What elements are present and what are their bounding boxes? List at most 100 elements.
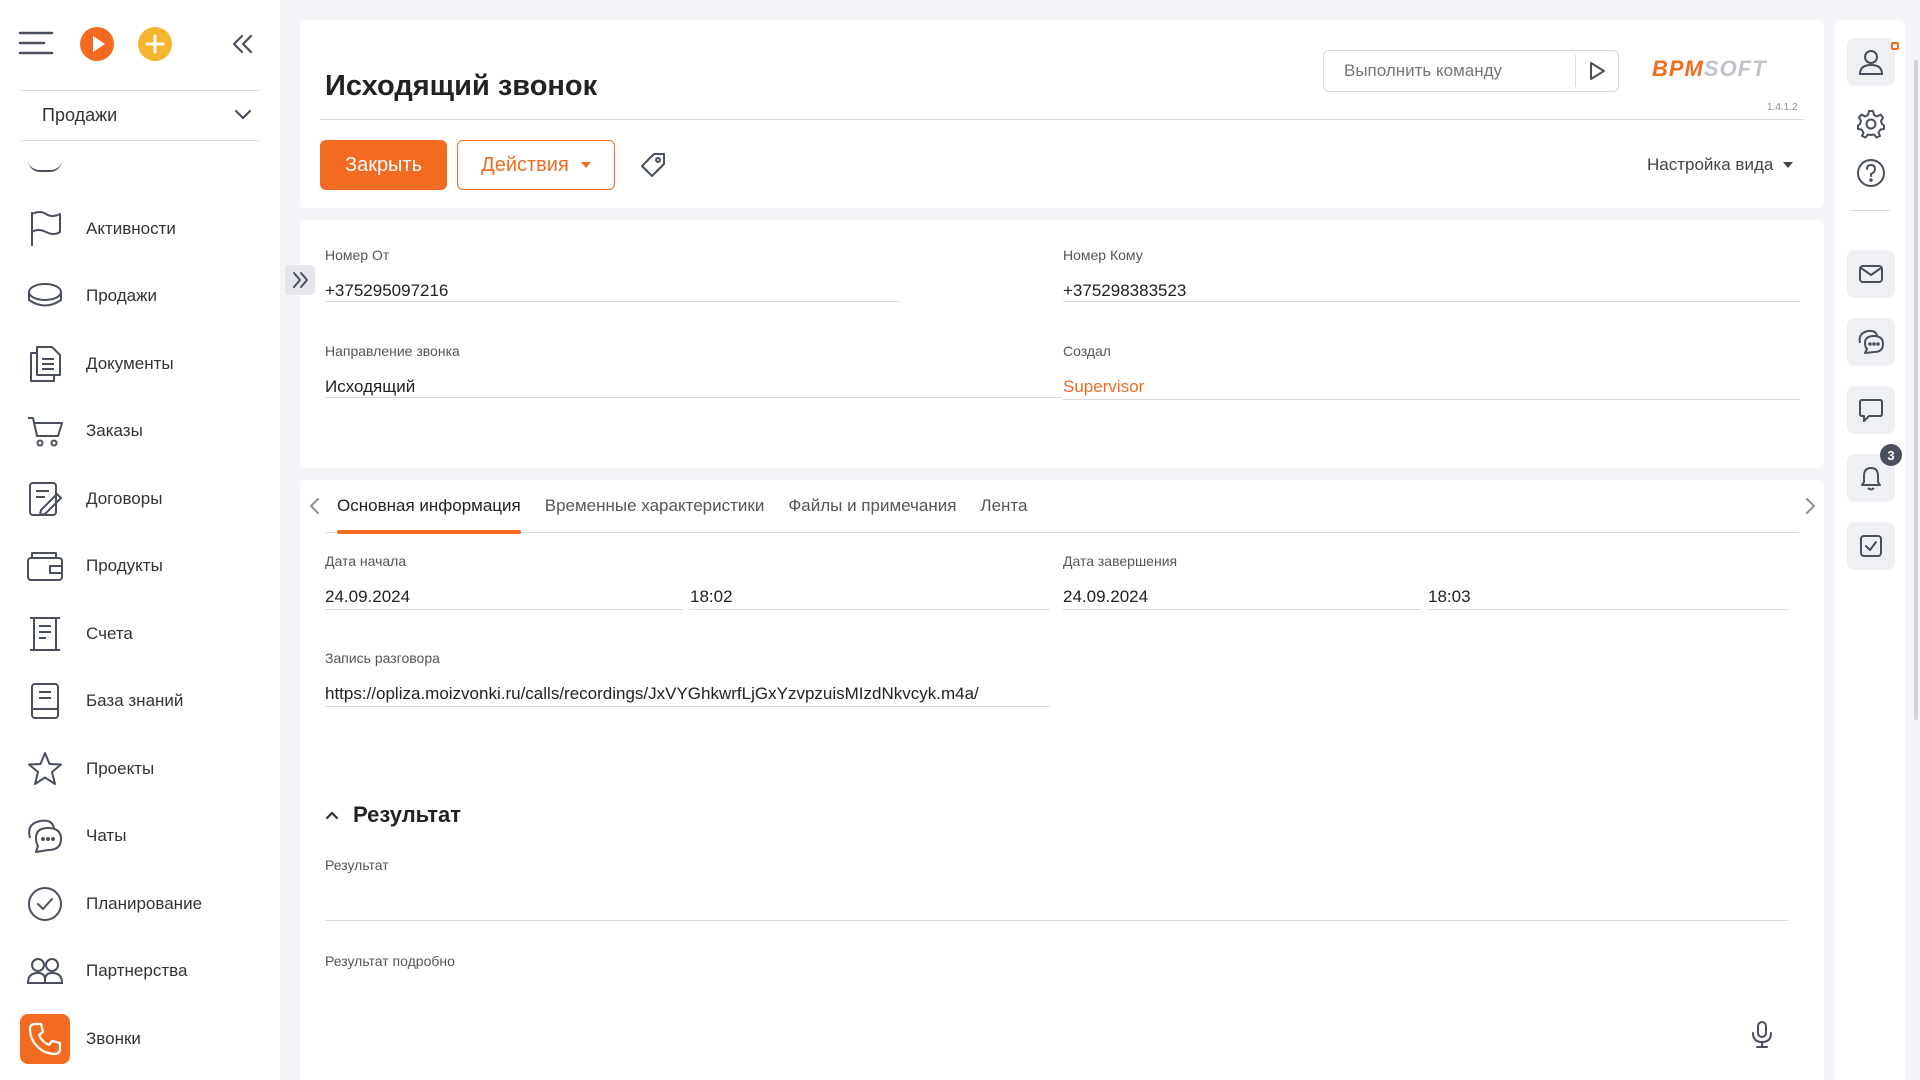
sidebar-item-calls[interactable]: Звонки (20, 1005, 270, 1073)
sidebar-item-sales[interactable]: Продажи (20, 263, 270, 331)
section-title: Результат (353, 802, 462, 827)
sidebar-item-contracts[interactable]: Договоры (20, 465, 270, 533)
microphone-icon[interactable] (1750, 1020, 1774, 1048)
sidebar-item-label: Звонки (86, 1028, 141, 1048)
comment-icon[interactable] (1847, 386, 1895, 434)
contract-icon (20, 474, 70, 524)
end-date-field[interactable]: Дата завершения 24.09.2024 (1063, 553, 1421, 610)
sidebar-item-partnerships[interactable]: Партнерства (20, 938, 270, 1006)
sidebar-item-label: Чаты (86, 826, 127, 846)
double-chevron-right-icon (293, 272, 308, 288)
view-settings-button[interactable]: Настройка вида (1647, 155, 1794, 175)
cart-icon (20, 406, 70, 456)
from-number-field[interactable]: Номер От +375295097216 (325, 247, 900, 302)
tasks-check-icon[interactable] (1847, 522, 1895, 570)
close-button[interactable]: Закрыть (320, 140, 447, 190)
email-icon[interactable] (1847, 250, 1895, 298)
details-card: Основная информация Временные характерис… (300, 480, 1824, 1080)
tab-main-info[interactable]: Основная информация (325, 480, 533, 534)
field-label: Дата начала (325, 553, 407, 569)
right-panel (1835, 20, 1905, 1080)
end-time-field[interactable]: 18:03 (1428, 553, 1788, 610)
caret-down-icon (1783, 162, 1794, 168)
profile-status-icon (1891, 42, 1899, 50)
sidebar-item-products[interactable]: Продукты (20, 533, 270, 601)
sidebar-item-knowledge-base[interactable]: База знаний (20, 668, 270, 736)
field-label: Создал (1063, 343, 1111, 359)
sidebar-item-projects[interactable]: Проекты (20, 735, 270, 803)
field-value: 24.09.2024 (325, 587, 411, 606)
chats-icon[interactable] (1847, 318, 1895, 366)
chevron-up-icon (325, 811, 339, 820)
process-run-icon[interactable] (80, 27, 114, 61)
sidebar-item-label: Счета (86, 623, 133, 643)
field-value: 18:02 (690, 587, 733, 606)
created-by-field[interactable]: Создал Supervisor (1063, 343, 1800, 400)
page-title: Исходящий звонок (325, 70, 598, 102)
workspace-label: Продажи (42, 104, 118, 125)
tag-icon[interactable] (640, 152, 666, 178)
recording-field[interactable]: Запись разговора https://opliza.moizvonk… (325, 650, 1050, 707)
field-label: Дата завершения (1063, 553, 1178, 569)
to-number-field[interactable]: Номер Кому +375298383523 (1063, 247, 1800, 302)
sidebar-item-chats[interactable]: Чаты (20, 803, 270, 871)
menu-icon[interactable] (18, 30, 54, 56)
sidebar-item-documents[interactable]: Документы (20, 330, 270, 398)
start-date-field[interactable]: Дата начала 24.09.2024 (325, 553, 683, 610)
actions-button[interactable]: Действия (457, 140, 615, 190)
workspace-select[interactable]: Продажи (20, 92, 260, 138)
result-section-header[interactable]: Результат (325, 802, 461, 828)
field-value: 18:03 (1428, 587, 1471, 606)
expand-fields-button[interactable] (285, 265, 315, 295)
command-input[interactable] (1324, 51, 1575, 91)
sidebar-item-label: Проекты (86, 758, 155, 778)
run-command-icon[interactable] (1576, 51, 1618, 91)
documents-icon (20, 339, 70, 389)
profile-icon[interactable] (1847, 38, 1895, 86)
field-label: Запись разговора (325, 650, 440, 666)
partners-icon (20, 946, 70, 996)
settings-gear-icon[interactable] (1850, 103, 1892, 145)
sidebar-item-orders[interactable]: Заказы (20, 398, 270, 466)
tab-bar: Основная информация Временные характерис… (325, 480, 1799, 534)
created-by-link[interactable]: Supervisor (1063, 377, 1800, 401)
sidebar-item-activities[interactable]: Активности (20, 195, 270, 263)
caret-down-icon (580, 162, 591, 168)
phone-icon (20, 1013, 70, 1064)
tab-time-characteristics[interactable]: Временные характеристики (533, 480, 777, 533)
scrolled-item-icon (28, 160, 62, 172)
sidebar-item-label: Договоры (86, 488, 163, 508)
sidebar-item-label: Заказы (86, 421, 143, 441)
result-detail-label: Результат подробно (325, 953, 455, 969)
sidebar: Продажи Активности Продажи Документы Зак… (0, 0, 280, 1080)
help-icon[interactable] (1850, 152, 1892, 194)
book-icon (20, 676, 70, 726)
sidebar-item-label: Партнерства (86, 961, 188, 981)
page-scrollbar[interactable] (1914, 60, 1918, 720)
result-field[interactable]: Результат (325, 857, 1788, 921)
bpmsoft-logo: BPMSOFT (1652, 56, 1767, 81)
check-circle-icon (20, 879, 70, 929)
sidebar-item-invoices[interactable]: Счета (20, 600, 270, 668)
call-fields-card: Номер От +375295097216 Номер Кому +37529… (300, 220, 1824, 468)
sidebar-item-label: Продукты (86, 556, 163, 576)
field-value: +375295097216 (325, 281, 449, 300)
field-label: Номер Кому (1063, 247, 1143, 263)
field-value: https://opliza.moizvonki.ru/calls/record… (325, 684, 979, 703)
start-time-field[interactable]: 18:02 (690, 553, 1050, 610)
tab-files-notes[interactable]: Файлы и примечания (776, 480, 968, 533)
sidebar-nav: Активности Продажи Документы Заказы Дого… (20, 195, 270, 1073)
flag-icon (20, 204, 70, 254)
call-direction-field[interactable]: Направление звонка Исходящий (325, 343, 1062, 398)
divider (1850, 210, 1890, 211)
divider (320, 119, 1804, 120)
actions-label: Действия (481, 153, 569, 176)
sidebar-item-planning[interactable]: Планирование (20, 870, 270, 938)
star-icon (20, 744, 70, 794)
add-icon[interactable] (138, 27, 172, 61)
collapse-sidebar-icon[interactable] (230, 32, 254, 56)
tab-feed[interactable]: Лента (968, 480, 1039, 533)
coin-stack-icon (20, 271, 70, 321)
tab-scroll-left-icon[interactable] (308, 496, 322, 516)
tab-scroll-right-icon[interactable] (1803, 496, 1817, 516)
